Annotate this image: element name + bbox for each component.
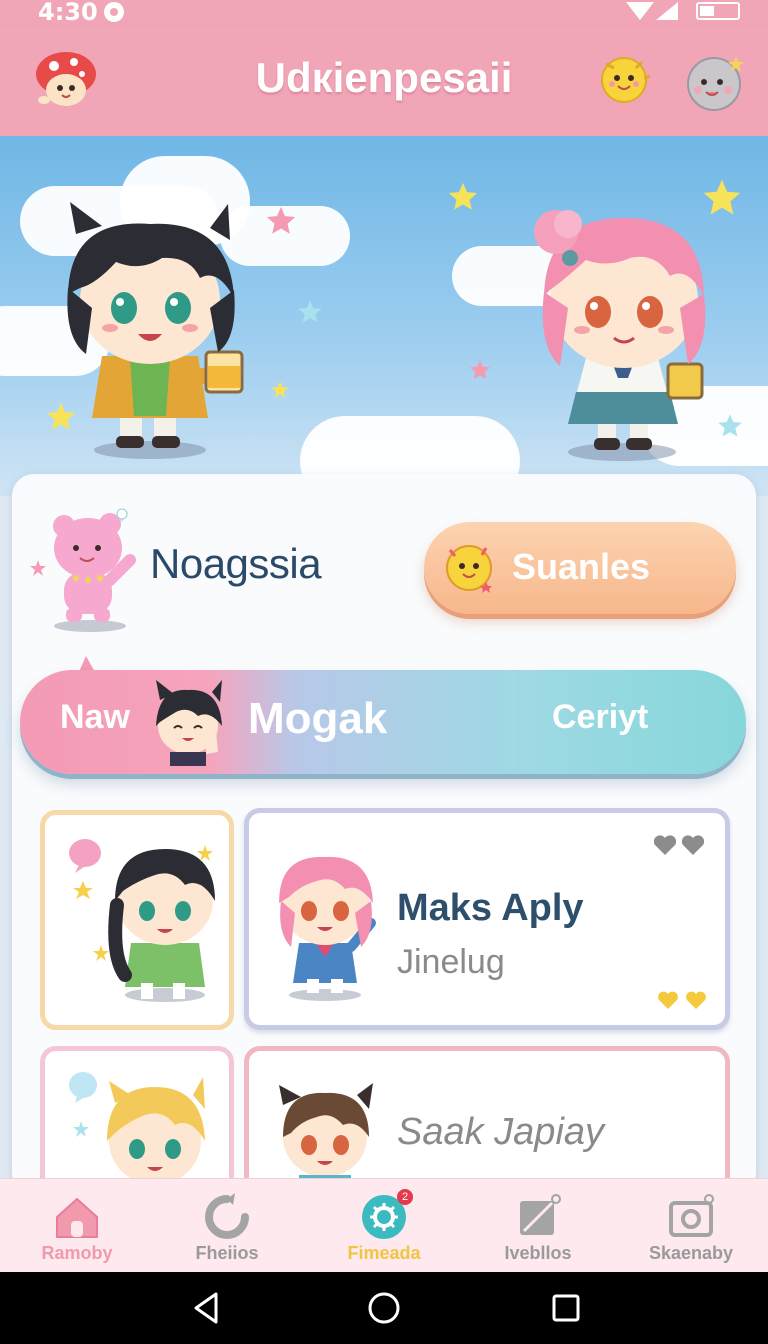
wifi-icon: [626, 2, 654, 20]
hero-banner: [0, 136, 768, 496]
nav-item-fimeada[interactable]: 2 Fimeada: [307, 1179, 461, 1273]
tab-naw[interactable]: Naw: [60, 698, 130, 737]
home-button-icon[interactable]: [366, 1290, 402, 1326]
star-mascot-icon[interactable]: [594, 46, 658, 110]
bottom-navigation: Ramoby Fheiios 2 Fimeada Ivebllos Skaena…: [0, 1178, 768, 1272]
character-thumbnail-card[interactable]: [40, 810, 234, 1030]
tab-mogak[interactable]: Mogak: [248, 694, 387, 744]
card-title: Maks Aply: [397, 887, 584, 929]
heart-rating-icon[interactable]: [653, 833, 709, 857]
segmented-tab-bar: Naw Mogak Ceriyt: [20, 670, 746, 774]
character-info-card[interactable]: Maks Aply Jinelug: [244, 808, 730, 1030]
home-icon: [53, 1193, 101, 1241]
boy-character-illustration: [50, 198, 250, 460]
system-navigation-bar: [0, 1272, 768, 1344]
tab-ceriyt[interactable]: Ceriyt: [552, 698, 648, 737]
nav-item-fheiios[interactable]: Fheiios: [150, 1179, 304, 1273]
card-title: Saak Japiay: [397, 1111, 605, 1153]
camera-icon: [667, 1193, 715, 1241]
signal-icon: [656, 2, 678, 20]
notification-badge: 2: [397, 1189, 413, 1205]
suanles-button[interactable]: Suanles: [424, 522, 736, 614]
tag-edit-icon: [514, 1193, 562, 1241]
star-icon: [296, 298, 324, 326]
nav-item-skaenaby[interactable]: Skaenaby: [614, 1179, 768, 1273]
settings-status-icon: [104, 2, 124, 22]
nav-item-ivebllos[interactable]: Ivebllos: [461, 1179, 615, 1273]
girl-character-illustration: [516, 196, 730, 462]
back-icon[interactable]: [188, 1290, 224, 1326]
star-icon: [264, 204, 298, 238]
recents-icon[interactable]: [548, 1290, 584, 1326]
star-face-icon: [442, 540, 496, 594]
pink-girl-illustration: [279, 856, 376, 1001]
heart-like-icon[interactable]: [657, 989, 709, 1011]
nav-label: Ivebllos: [504, 1243, 572, 1263]
cloud-mascot-icon[interactable]: [676, 46, 748, 118]
status-bar: 4:30: [0, 0, 768, 26]
card-subtitle: Jinelug: [397, 943, 505, 981]
status-time: 4:30: [38, 0, 98, 26]
nav-label: Fheiios: [195, 1243, 259, 1263]
app-bar: Udкienpesaii: [0, 26, 768, 136]
suanles-label: Suanles: [512, 546, 651, 587]
star-icon: [270, 380, 290, 400]
pink-bear-avatar[interactable]: [30, 500, 140, 634]
star-icon: [468, 358, 492, 382]
nav-item-ramoby[interactable]: Ramoby: [0, 1179, 154, 1273]
nav-label: Skaenaby: [648, 1243, 734, 1263]
star-icon: [446, 180, 480, 214]
green-boy-illustration: [69, 839, 215, 1002]
nav-label: Fimeada: [347, 1243, 421, 1263]
refresh-icon: [203, 1193, 251, 1241]
blonde-character-illustration: [69, 1072, 205, 1185]
tab-avatar: [150, 678, 226, 766]
profile-name: Noagssia: [150, 540, 322, 587]
battery-icon: [696, 2, 740, 20]
nav-label: Ramoby: [41, 1243, 113, 1263]
